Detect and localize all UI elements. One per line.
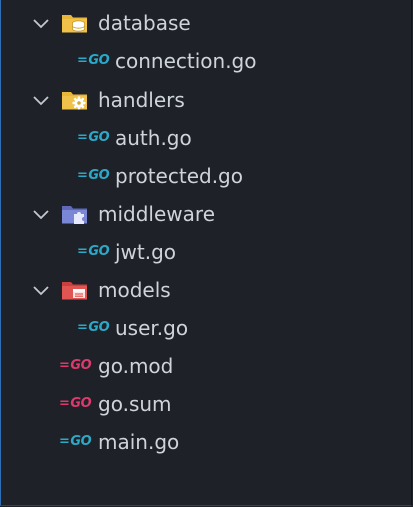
go-dash: =: [77, 168, 88, 183]
file-auth-go[interactable]: =GO auth.go: [1, 119, 411, 157]
folder-label: handlers: [98, 88, 185, 112]
file-explorer: database =GO connection.go handlers =GO …: [0, 0, 412, 506]
database-folder-icon: [61, 12, 89, 34]
folder-database[interactable]: database: [1, 4, 411, 42]
folder-label: database: [98, 11, 191, 35]
gear-folder-icon: [61, 89, 89, 111]
go-file-icon: =GO: [77, 130, 110, 145]
file-connection-go[interactable]: =GO connection.go: [1, 42, 411, 80]
go-dash: =: [59, 396, 70, 411]
go-badge: GO: [88, 130, 110, 145]
go-file-icon: =GO: [59, 434, 92, 449]
file-label: user.go: [115, 316, 189, 340]
go-badge: GO: [70, 396, 92, 411]
file-go-mod[interactable]: =GO go.mod: [1, 347, 411, 385]
go-mod-icon: =GO: [59, 358, 92, 373]
go-badge: GO: [88, 168, 110, 183]
file-user-go[interactable]: =GO user.go: [1, 309, 411, 347]
file-label: jwt.go: [115, 240, 177, 264]
chevron-down-icon[interactable]: [31, 90, 51, 110]
file-label: auth.go: [115, 126, 192, 150]
go-dash: =: [77, 244, 88, 259]
go-badge: GO: [88, 320, 110, 335]
go-dash: =: [77, 320, 88, 335]
go-badge: GO: [88, 53, 110, 68]
go-badge: GO: [88, 244, 110, 259]
file-label: go.sum: [98, 392, 172, 416]
go-badge: GO: [70, 358, 92, 373]
go-file-icon: =GO: [77, 53, 110, 68]
file-protected-go[interactable]: =GO protected.go: [1, 157, 411, 195]
go-file-icon: =GO: [77, 168, 110, 183]
go-dash: =: [77, 130, 88, 145]
go-file-icon: =GO: [77, 320, 110, 335]
file-label: protected.go: [115, 164, 243, 188]
chevron-down-icon[interactable]: [31, 13, 51, 33]
go-sum-icon: =GO: [59, 396, 92, 411]
file-label: main.go: [98, 430, 180, 454]
file-main-go[interactable]: =GO main.go: [1, 423, 411, 461]
chevron-down-icon[interactable]: [31, 280, 51, 300]
folder-label: models: [98, 278, 171, 302]
go-dash: =: [77, 53, 88, 68]
file-go-sum[interactable]: =GO go.sum: [1, 385, 411, 423]
folder-label: middleware: [98, 202, 215, 226]
chevron-down-icon[interactable]: [31, 204, 51, 224]
models-folder-icon: [61, 279, 89, 301]
go-badge: GO: [70, 434, 92, 449]
folder-models[interactable]: models: [1, 271, 411, 309]
file-jwt-go[interactable]: =GO jwt.go: [1, 233, 411, 271]
folder-middleware[interactable]: middleware: [1, 195, 411, 233]
go-dash: =: [59, 358, 70, 373]
file-label: connection.go: [115, 49, 257, 73]
folder-handlers[interactable]: handlers: [1, 81, 411, 119]
go-dash: =: [59, 434, 70, 449]
go-file-icon: =GO: [77, 244, 110, 259]
puzzle-folder-icon: [61, 203, 89, 225]
file-label: go.mod: [98, 354, 174, 378]
